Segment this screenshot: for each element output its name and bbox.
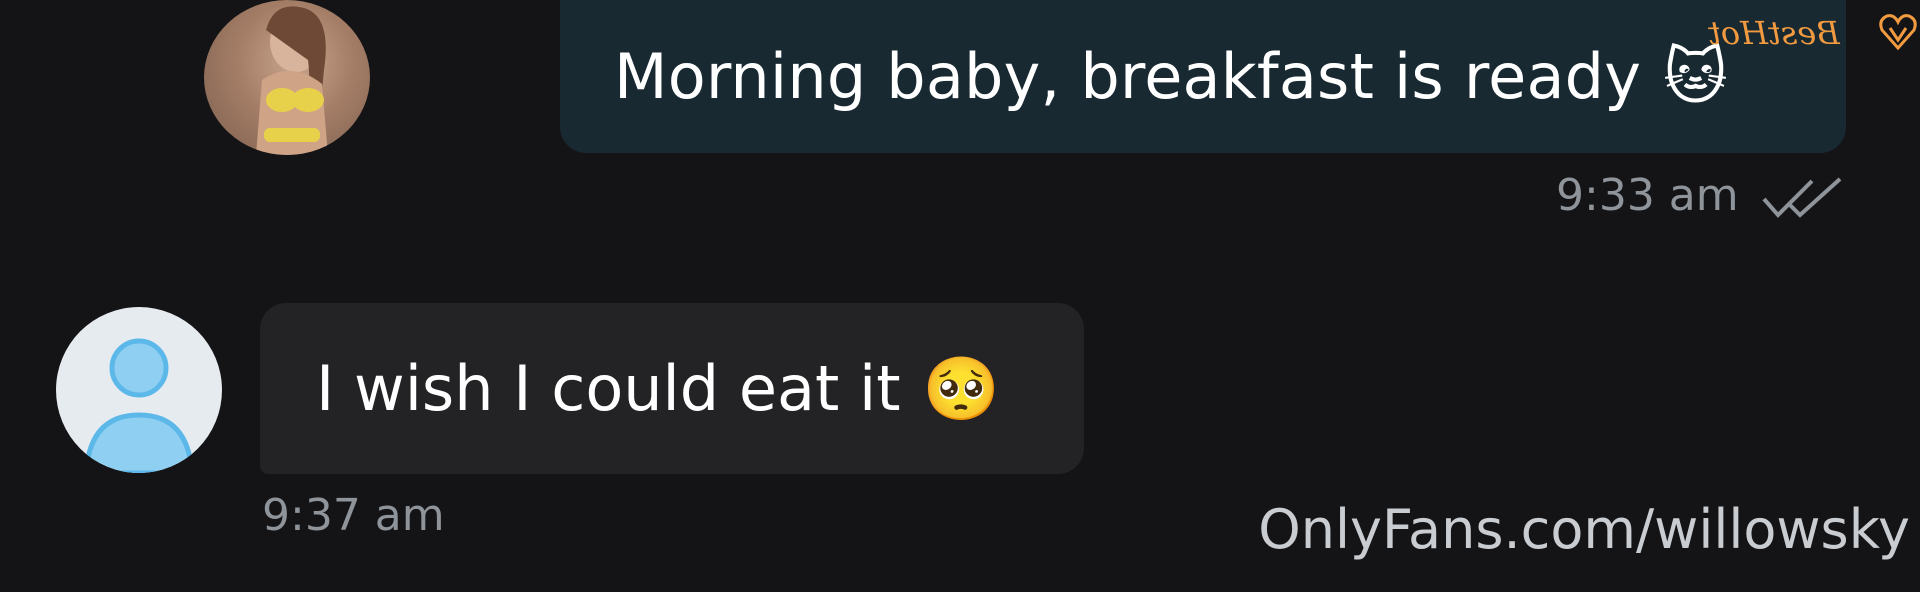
outgoing-message-text: Morning baby, breakfast is ready (614, 40, 1642, 113)
model-avatar[interactable] (204, 0, 370, 155)
incoming-message-text: I wish I could eat it (316, 352, 901, 425)
chat-view: Morning baby, breakfast is ready 🐱 BestH… (0, 0, 1920, 592)
brand-heart-icon (1879, 14, 1917, 51)
double-check-icon (1762, 177, 1842, 218)
incoming-message-bubble[interactable]: I wish I could eat it 🥺 (260, 303, 1084, 474)
pleading-face-emoji: 🥺 (922, 351, 1000, 425)
watermark-text: OnlyFans.com/willowsky (1258, 498, 1910, 561)
brand-logo-text: BestHot (1708, 14, 1840, 52)
brand-logo: BestHot (1708, 6, 1918, 62)
outgoing-message-time: 9:33 am (1556, 170, 1739, 221)
model-photo-icon (256, 6, 328, 155)
outgoing-message-bubble[interactable]: Morning baby, breakfast is ready 🐱 (560, 0, 1846, 153)
incoming-message-time: 9:37 am (262, 490, 445, 541)
user-avatar[interactable] (56, 307, 222, 473)
person-placeholder-icon (83, 338, 195, 473)
